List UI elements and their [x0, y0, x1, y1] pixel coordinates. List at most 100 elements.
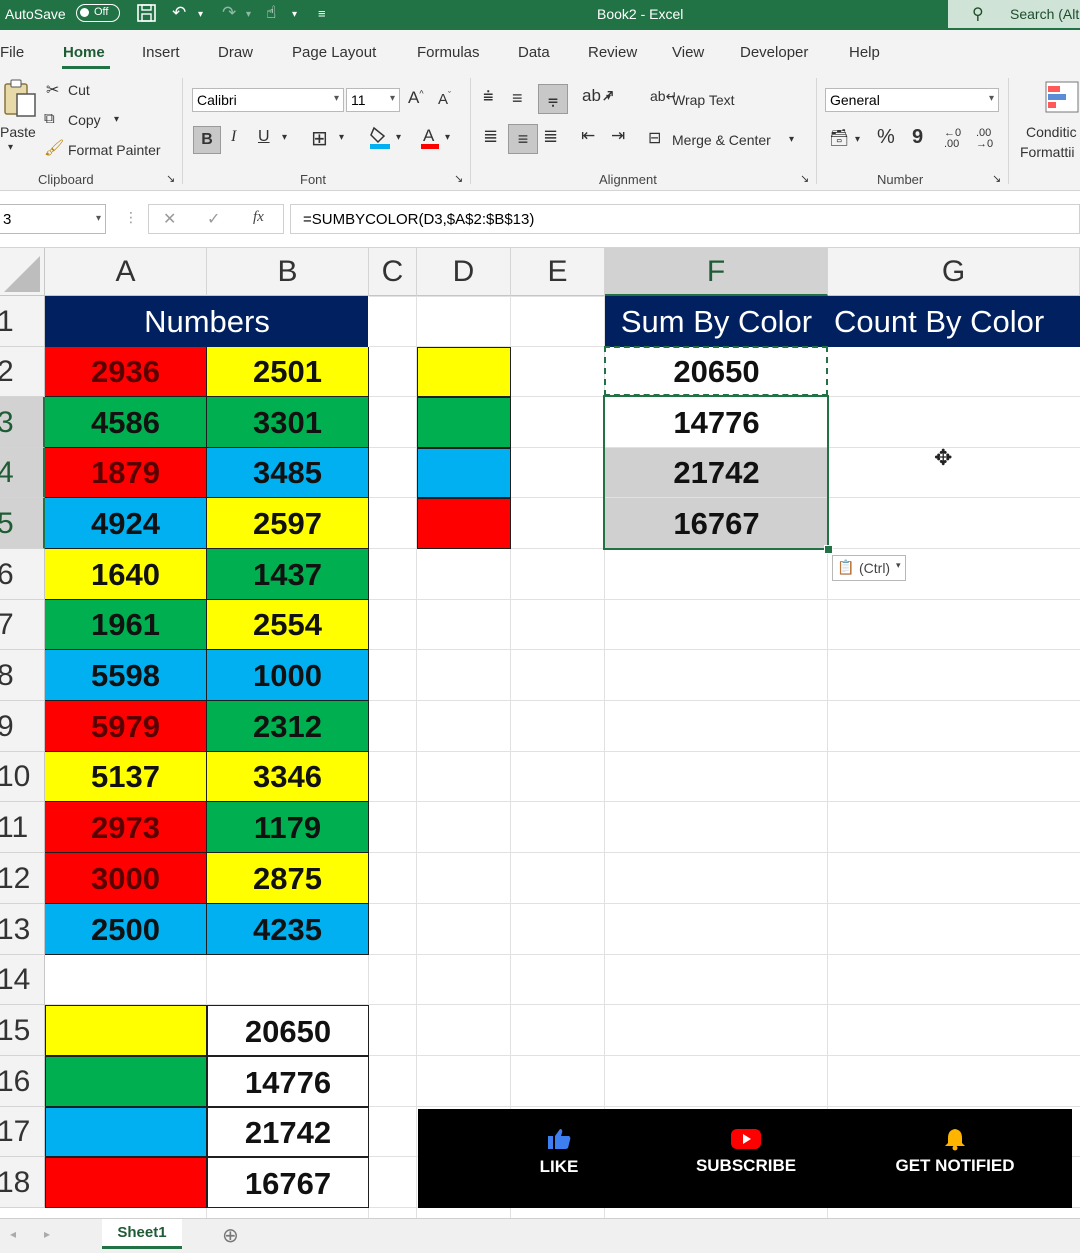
underline-button[interactable]: U	[258, 128, 270, 146]
sheet-tab-sheet1[interactable]: Sheet1	[102, 1219, 182, 1249]
numbers-header-cell[interactable]: Numbers	[45, 296, 369, 347]
orientation-dropdown-icon[interactable]: ▾	[606, 92, 611, 103]
data-cell-b6[interactable]: 1437	[207, 549, 369, 600]
data-cell-b10[interactable]: 3346	[207, 752, 369, 802]
redo-dropdown-icon[interactable]: ▾	[246, 9, 251, 20]
bold-button[interactable]: B	[193, 126, 221, 154]
accounting-dropdown-icon[interactable]: ▾	[855, 134, 860, 145]
column-header-b[interactable]: B	[207, 248, 369, 296]
row-header-1[interactable]: 1	[0, 296, 45, 347]
row-header-9[interactable]: 9	[0, 701, 45, 752]
next-sheet-icon[interactable]: ▸	[44, 1227, 50, 1241]
font-name-combo[interactable]: Calibri ▾	[192, 88, 344, 112]
row-header-12[interactable]: 12	[0, 853, 45, 904]
conditional-formatting-line2[interactable]: Formattii	[1020, 144, 1074, 160]
save-icon[interactable]	[136, 3, 158, 28]
cut-icon[interactable]: ✂	[46, 80, 59, 100]
data-cell-a5[interactable]: 4924	[45, 498, 207, 549]
data-cell-b3[interactable]: 3301	[207, 397, 369, 448]
name-box[interactable]: 3 ▾	[0, 204, 106, 234]
tab-insert[interactable]: Insert	[142, 44, 180, 61]
column-header-a[interactable]: A	[45, 248, 207, 296]
data-cell-b9[interactable]: 2312	[207, 701, 369, 752]
cut-button[interactable]: Cut	[68, 82, 90, 98]
data-cell-b11[interactable]: 1179	[207, 802, 369, 853]
fill-dropdown-icon[interactable]: ▾	[396, 132, 401, 143]
borders-icon[interactable]: ⊞	[311, 126, 328, 151]
row-header-18[interactable]: 18	[0, 1157, 45, 1208]
copy-dropdown-icon[interactable]: ▾	[114, 114, 119, 125]
paste-label[interactable]: Paste	[0, 124, 36, 140]
increase-decimal-icon[interactable]: ←0.00	[944, 128, 961, 150]
align-left-icon[interactable]: ≣	[483, 126, 498, 147]
increase-font-icon[interactable]: A^	[408, 88, 424, 108]
fill-color-icon[interactable]	[369, 124, 391, 155]
accounting-format-icon[interactable]: 🗃	[829, 128, 849, 148]
insert-function-icon[interactable]: fx	[253, 209, 264, 226]
column-header-d[interactable]: D	[417, 248, 511, 296]
format-painter-button[interactable]: Format Painter	[68, 142, 161, 158]
row-header-2[interactable]: 2	[0, 347, 45, 397]
comma-style-button[interactable]: 9	[912, 126, 923, 149]
summary-color-a17[interactable]	[45, 1107, 207, 1157]
data-cell-a12[interactable]: 3000	[45, 853, 207, 904]
undo-dropdown-icon[interactable]: ▾	[198, 9, 203, 20]
row-header-17[interactable]: 17	[0, 1107, 45, 1157]
tab-data[interactable]: Data	[518, 44, 550, 61]
data-cell-b12[interactable]: 2875	[207, 853, 369, 904]
count-by-color-header-cell[interactable]: Count By Color	[828, 296, 1080, 347]
tab-home[interactable]: Home	[63, 44, 105, 61]
autosave-toggle[interactable]: Off	[76, 4, 120, 22]
middle-align-icon[interactable]: ≡	[512, 88, 523, 109]
row-header-13[interactable]: 13	[0, 904, 45, 955]
row-header-8[interactable]: 8	[0, 650, 45, 701]
summary-value-b16[interactable]: 14776	[207, 1056, 369, 1107]
row-header-3[interactable]: 3	[0, 397, 45, 448]
summary-color-a15[interactable]	[45, 1005, 207, 1056]
row-header-10[interactable]: 10	[0, 752, 45, 802]
tab-draw[interactable]: Draw	[218, 44, 253, 61]
data-cell-a7[interactable]: 1961	[45, 600, 207, 650]
align-right-icon[interactable]: ≣	[543, 126, 558, 147]
paste-dropdown-icon[interactable]: ▾	[8, 142, 13, 153]
get-notified-button[interactable]: GET NOTIFIED	[888, 1127, 1022, 1176]
copy-icon[interactable]: ⧉	[44, 110, 55, 127]
paste-icon[interactable]	[2, 78, 38, 127]
paste-options-button[interactable]: 📋 (Ctrl) ▾	[832, 555, 906, 581]
like-button[interactable]: LIKE	[524, 1127, 594, 1177]
align-center-icon[interactable]: ≡	[508, 124, 538, 154]
italic-button[interactable]: I	[231, 128, 236, 146]
alignment-launcher-icon[interactable]: ↘	[800, 172, 809, 185]
cancel-icon[interactable]: ✕	[163, 209, 176, 229]
color-key-d2[interactable]	[417, 347, 511, 397]
touch-dropdown-icon[interactable]: ▾	[292, 9, 297, 20]
data-cell-b2[interactable]: 2501	[207, 347, 369, 397]
tab-developer[interactable]: Developer	[740, 44, 808, 61]
redo-icon[interactable]: ↷	[222, 3, 236, 23]
fill-handle[interactable]	[824, 545, 833, 554]
number-format-combo[interactable]: General ▾	[825, 88, 999, 112]
tab-formulas[interactable]: Formulas	[417, 44, 480, 61]
sum-result-f5[interactable]: 16767	[605, 498, 828, 549]
conditional-formatting-line1[interactable]: Conditic	[1026, 124, 1077, 140]
tab-page-layout[interactable]: Page Layout	[292, 44, 376, 61]
data-cell-b8[interactable]: 1000	[207, 650, 369, 701]
row-header-11[interactable]: 11	[0, 802, 45, 853]
tab-file[interactable]: File	[0, 44, 24, 61]
row-header-16[interactable]: 16	[0, 1056, 45, 1107]
underline-dropdown-icon[interactable]: ▾	[282, 132, 287, 143]
worksheet-grid[interactable]: ABCDEFG 1 2 3 4 5 6 7 8 9 10 11 12 13 14 15 16 17 18 2936…	[0, 248, 1080, 1218]
row-header-7[interactable]: 7	[0, 600, 45, 650]
column-header-c[interactable]: C	[369, 248, 417, 296]
select-all-button[interactable]	[0, 248, 45, 296]
decrease-font-icon[interactable]: Aˇ	[438, 90, 451, 108]
number-launcher-icon[interactable]: ↘	[992, 172, 1001, 185]
sum-by-color-header-cell[interactable]: Sum By Color	[605, 296, 828, 347]
tab-review[interactable]: Review	[588, 44, 637, 61]
sum-result-f3[interactable]: 14776	[605, 397, 828, 448]
font-color-icon[interactable]: A	[420, 124, 440, 155]
row-header-4[interactable]: 4	[0, 448, 45, 498]
row-header-5[interactable]: 5	[0, 498, 45, 549]
format-painter-icon[interactable]: 🖌	[44, 138, 64, 158]
data-cell-a13[interactable]: 2500	[45, 904, 207, 955]
